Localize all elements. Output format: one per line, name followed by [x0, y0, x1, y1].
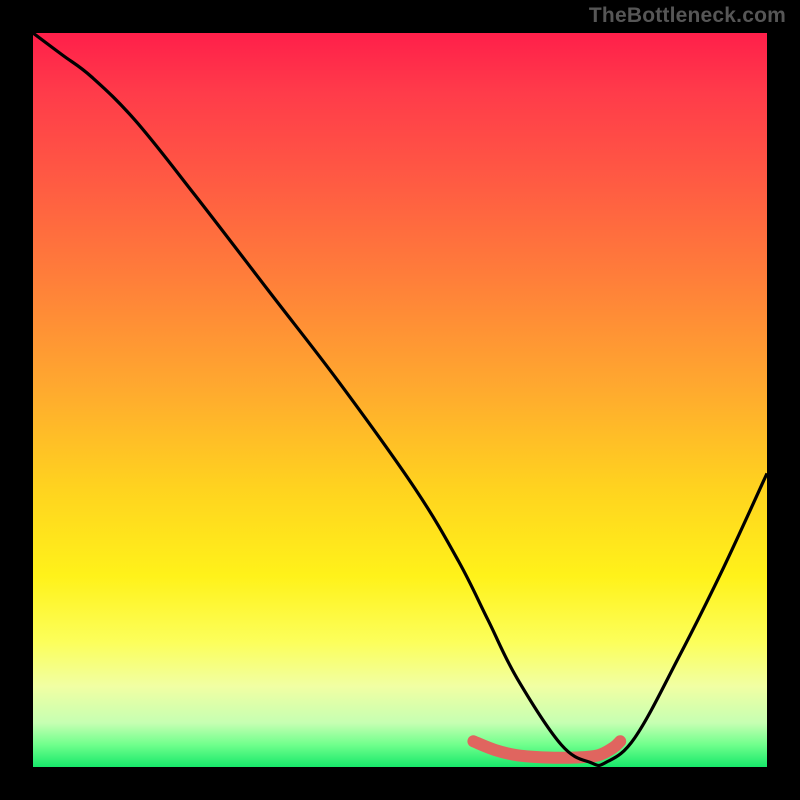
plot-area: [33, 33, 767, 767]
highlight-segment: [473, 741, 620, 758]
curve-series: [33, 33, 767, 766]
chart-container: TheBottleneck.com: [0, 0, 800, 800]
watermark-text: TheBottleneck.com: [589, 4, 786, 28]
chart-svg: [33, 33, 767, 767]
